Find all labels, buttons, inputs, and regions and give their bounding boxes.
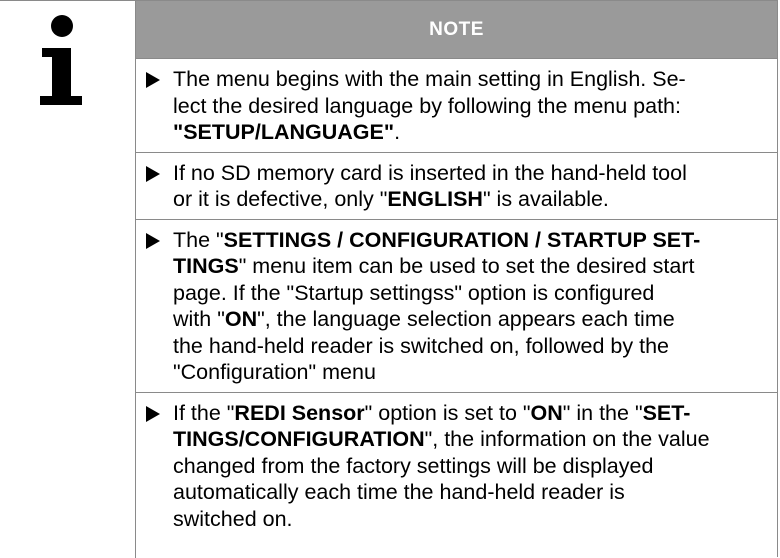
on-value: ON (530, 400, 563, 425)
bullet-icon (146, 72, 160, 88)
note-item-startup: The "SETTINGS / CONFIGURATION / STARTUP … (136, 220, 777, 393)
icon-cell (0, 1, 136, 558)
note-item-redi-sensor: If the "REDI Sensor" option is set to "O… (136, 393, 777, 539)
item3-line3: page. If the "Startup settingss" option … (173, 280, 655, 305)
menu-path: "SETUP/LANGUAGE" (173, 120, 395, 144)
item3-line6: "Configuration" menu (173, 360, 376, 384)
item4-mid: " option is set to " (364, 400, 531, 425)
info-icon (40, 15, 82, 105)
note-box: NOTE The menu begins with the main setti… (0, 0, 778, 558)
item1-line2: lect the desired language by following t… (173, 93, 681, 118)
item1-end: . (394, 120, 401, 144)
item4-line3: changed from the factory settings will b… (173, 453, 654, 478)
item1-line1: The menu begins with the main setting in… (173, 67, 686, 91)
settings-path-b: TINGS/CONFIGURATION (173, 427, 425, 451)
item3-pre: The " (173, 227, 224, 252)
bullet-icon (146, 405, 160, 422)
item4-mid2: " in the " (562, 400, 643, 425)
startup-menu-path-b: TINGS (173, 254, 239, 278)
item3-with: with " (173, 307, 225, 331)
note-items: The menu begins with the main setting in… (136, 59, 777, 538)
note-item-language: The menu begins with the main setting in… (136, 59, 777, 153)
bullet-icon (146, 232, 160, 249)
item4-rest1: ", the information on the value (424, 427, 710, 451)
item4-pre: If the " (173, 400, 235, 425)
item2-line2-post: " is available. (482, 187, 609, 211)
item3-rest: ", the language selection appears each t… (257, 307, 675, 331)
startup-menu-path-a: SETTINGS / CONFIGURATION / STARTUP SET- (223, 227, 701, 252)
item2-line1: If no SD memory card is inserted in the … (173, 160, 687, 185)
redi-sensor-label: REDI Sensor (234, 400, 365, 425)
note-title: NOTE (429, 18, 484, 40)
item3-mid: " menu item can be used to set the desir… (238, 254, 695, 278)
item4-line4: automatically each time the hand-held re… (173, 480, 625, 504)
bullet-icon (146, 165, 160, 182)
note-content: NOTE The menu begins with the main setti… (136, 1, 777, 557)
item3-line5: the hand-held reader is switched on, fol… (173, 333, 670, 358)
note-header: NOTE (136, 1, 777, 59)
english-label: ENGLISH (387, 187, 483, 211)
settings-path-a: SET- (642, 400, 691, 425)
on-value: ON (224, 307, 258, 331)
note-item-sd-card: If no SD memory card is inserted in the … (136, 153, 777, 220)
item2-line2-pre: or it is defective, only " (173, 187, 388, 211)
item4-line5: switched on. (173, 506, 293, 531)
